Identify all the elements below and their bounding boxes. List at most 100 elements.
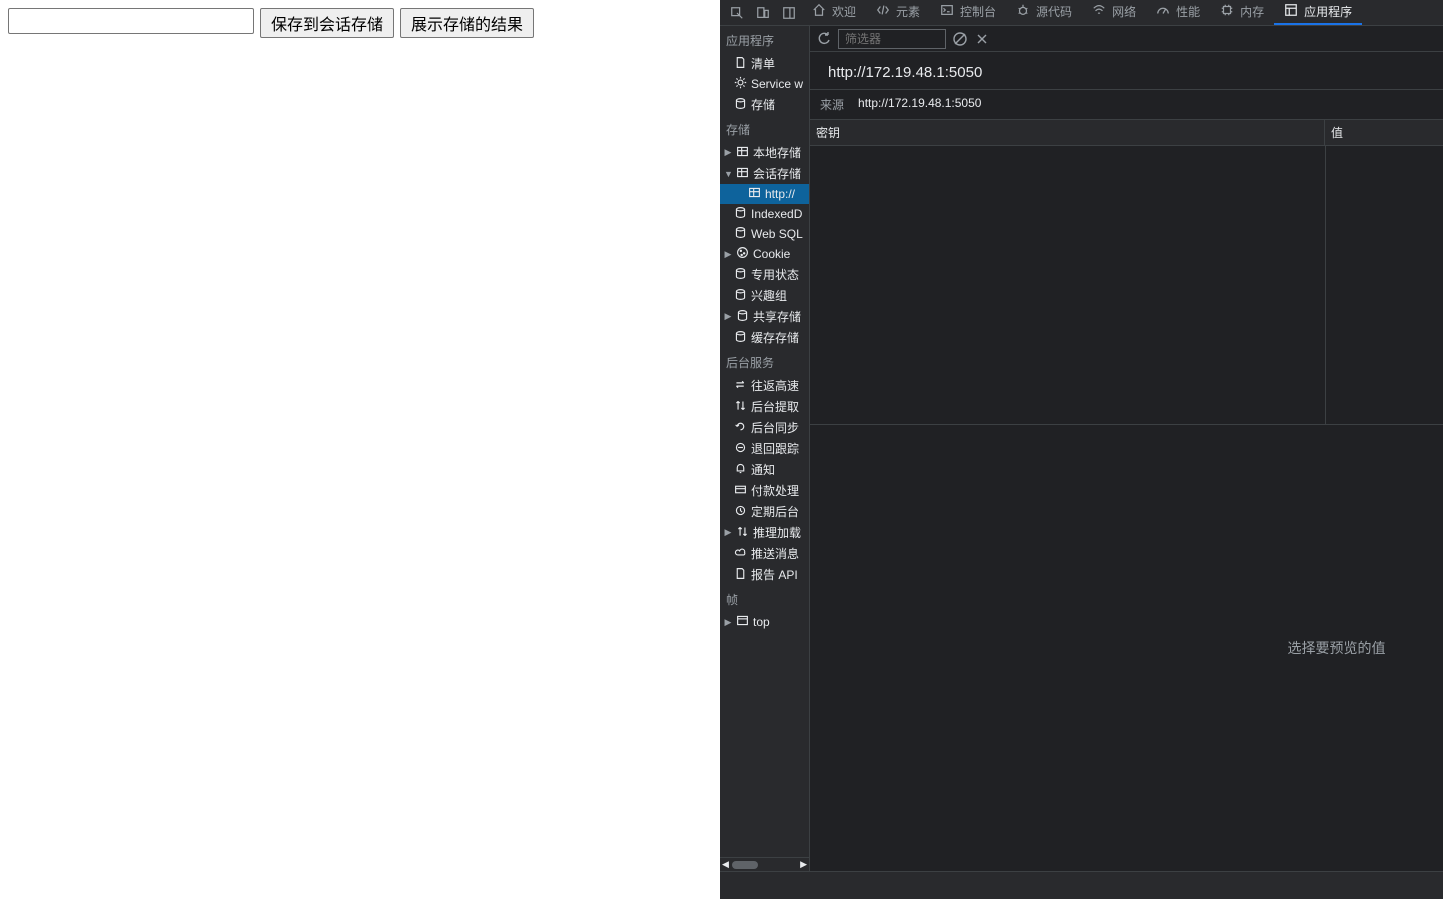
- column-value[interactable]: 值: [1325, 120, 1443, 145]
- tab-network[interactable]: 网络: [1082, 0, 1146, 25]
- tree-local-storage[interactable]: ▶ 本地存储: [720, 142, 809, 163]
- tree-reporting-api[interactable]: 报告 API: [720, 564, 809, 585]
- tab-memory[interactable]: 内存: [1210, 0, 1274, 25]
- tree-storage-overview[interactable]: 存储: [720, 94, 809, 115]
- database-icon: [734, 267, 747, 283]
- database-icon: [734, 288, 747, 304]
- preview-placeholder: 选择要预览的值: [1288, 638, 1386, 658]
- gauge-icon: [1156, 3, 1170, 20]
- tree-label: Service w: [751, 77, 803, 91]
- code-icon: [876, 3, 890, 20]
- device-toolbar-icon[interactable]: [750, 0, 776, 25]
- card-icon: [734, 483, 747, 499]
- caret-right-icon: ▶: [724, 249, 732, 260]
- tree-label: 本地存储: [753, 144, 801, 161]
- application-sidebar: 应用程序 清单 Service w 存储 存储 ▶ 本地存储: [720, 26, 810, 871]
- page-text-input[interactable]: [8, 8, 254, 34]
- origin-value: http://172.19.48.1:5050: [858, 96, 981, 113]
- tree-periodic-sync[interactable]: 定期后台: [720, 501, 809, 522]
- save-to-session-button[interactable]: 保存到会话存储: [260, 8, 394, 38]
- scrollbar-thumb[interactable]: [732, 861, 758, 869]
- tab-elements[interactable]: 元素: [866, 0, 930, 25]
- tree-manifest[interactable]: 清单: [720, 53, 809, 74]
- tree-session-storage[interactable]: ▼ 会话存储: [720, 163, 809, 184]
- tree-speculative-loads[interactable]: ▶ 推理加载: [720, 522, 809, 543]
- database-icon: [734, 330, 747, 346]
- table-icon: [748, 186, 761, 202]
- tree-cache-storage[interactable]: 缓存存储: [720, 327, 809, 348]
- tab-sources[interactable]: 源代码: [1006, 0, 1082, 25]
- tab-welcome[interactable]: 欢迎: [802, 0, 866, 25]
- tree-label: 推送消息: [751, 545, 799, 562]
- tree-session-url[interactable]: http://: [720, 184, 809, 204]
- tree-service-workers[interactable]: Service w: [720, 74, 809, 94]
- value-preview-area: 选择要预览的值: [810, 425, 1443, 871]
- layout-icon: [1284, 3, 1298, 20]
- storage-filter-input[interactable]: [838, 29, 946, 49]
- scroll-left-icon[interactable]: ◀: [722, 859, 729, 870]
- tree-cookies[interactable]: ▶ Cookie: [720, 244, 809, 264]
- dock-icon[interactable]: [776, 0, 802, 25]
- tree-label: 报告 API: [751, 566, 798, 583]
- tree-label: 会话存储: [753, 165, 801, 182]
- tree-notifications[interactable]: 通知: [720, 459, 809, 480]
- section-background-services: 后台服务: [720, 348, 809, 375]
- tab-label: 性能: [1176, 3, 1200, 20]
- database-icon: [734, 97, 747, 113]
- tree-push-messaging[interactable]: 推送消息: [720, 543, 809, 564]
- tree-label: 兴趣组: [751, 287, 787, 304]
- tree-bg-sync[interactable]: 后台同步: [720, 417, 809, 438]
- table-icon: [736, 166, 749, 182]
- tab-performance[interactable]: 性能: [1146, 0, 1210, 25]
- tree-indexeddb[interactable]: IndexedD: [720, 204, 809, 224]
- chip-icon: [1220, 3, 1234, 20]
- bounce-icon: [734, 441, 747, 457]
- scroll-right-icon[interactable]: ▶: [800, 859, 807, 870]
- column-key[interactable]: 密钥: [810, 120, 1325, 145]
- tab-console[interactable]: 控制台: [930, 0, 1006, 25]
- inspect-element-icon[interactable]: [724, 0, 750, 25]
- tree-bfcache[interactable]: 往返高速: [720, 375, 809, 396]
- sidebar-horizontal-scrollbar[interactable]: ◀ ▶: [720, 857, 809, 871]
- tree-bounce-tracking[interactable]: 退回跟踪: [720, 438, 809, 459]
- tree-label: http://: [765, 187, 795, 201]
- database-icon: [734, 226, 747, 242]
- tree-shared-storage[interactable]: ▶ 共享存储: [720, 306, 809, 327]
- tab-application[interactable]: 应用程序: [1274, 0, 1362, 25]
- show-storage-button[interactable]: 展示存储的结果: [400, 8, 534, 38]
- tree-label: 缓存存储: [751, 329, 799, 346]
- sync-icon: [734, 420, 747, 436]
- console-icon: [940, 3, 954, 20]
- clear-all-icon[interactable]: [952, 31, 968, 47]
- updown-icon: [736, 525, 749, 541]
- caret-right-icon: ▶: [724, 147, 732, 158]
- caret-down-icon: ▼: [724, 169, 732, 179]
- tab-label: 元素: [896, 3, 920, 20]
- file-icon: [734, 56, 747, 72]
- storage-origin-row: 来源 http://172.19.48.1:5050: [810, 89, 1443, 120]
- devtools-panel: 欢迎 元素 控制台 源代码 网络 性能 内存 应用程序: [720, 0, 1443, 899]
- cookie-icon: [736, 246, 749, 262]
- storage-toolbar: [810, 26, 1443, 52]
- refresh-icon[interactable]: [816, 31, 832, 47]
- tree-private-state[interactable]: 专用状态: [720, 264, 809, 285]
- home-icon: [812, 3, 826, 20]
- webpage-content: 保存到会话存储 展示存储的结果: [0, 0, 720, 899]
- close-icon[interactable]: [974, 31, 990, 47]
- tree-label: 后台提取: [751, 398, 799, 415]
- gear-icon: [734, 76, 747, 92]
- tree-frame-top[interactable]: ▶ top: [720, 612, 809, 632]
- column-divider[interactable]: [1325, 146, 1326, 424]
- tree-label: 往返高速: [751, 377, 799, 394]
- devtools-tab-bar: 欢迎 元素 控制台 源代码 网络 性能 内存 应用程序: [720, 0, 1443, 26]
- tree-bg-fetch[interactable]: 后台提取: [720, 396, 809, 417]
- tree-interest-groups[interactable]: 兴趣组: [720, 285, 809, 306]
- caret-right-icon: ▶: [724, 617, 732, 628]
- swap-icon: [734, 378, 747, 394]
- tab-label: 控制台: [960, 3, 996, 20]
- tree-payment-handler[interactable]: 付款处理: [720, 480, 809, 501]
- tree-websql[interactable]: Web SQL: [720, 224, 809, 244]
- database-icon: [734, 206, 747, 222]
- tab-label: 源代码: [1036, 3, 1072, 20]
- table-body[interactable]: [810, 146, 1443, 424]
